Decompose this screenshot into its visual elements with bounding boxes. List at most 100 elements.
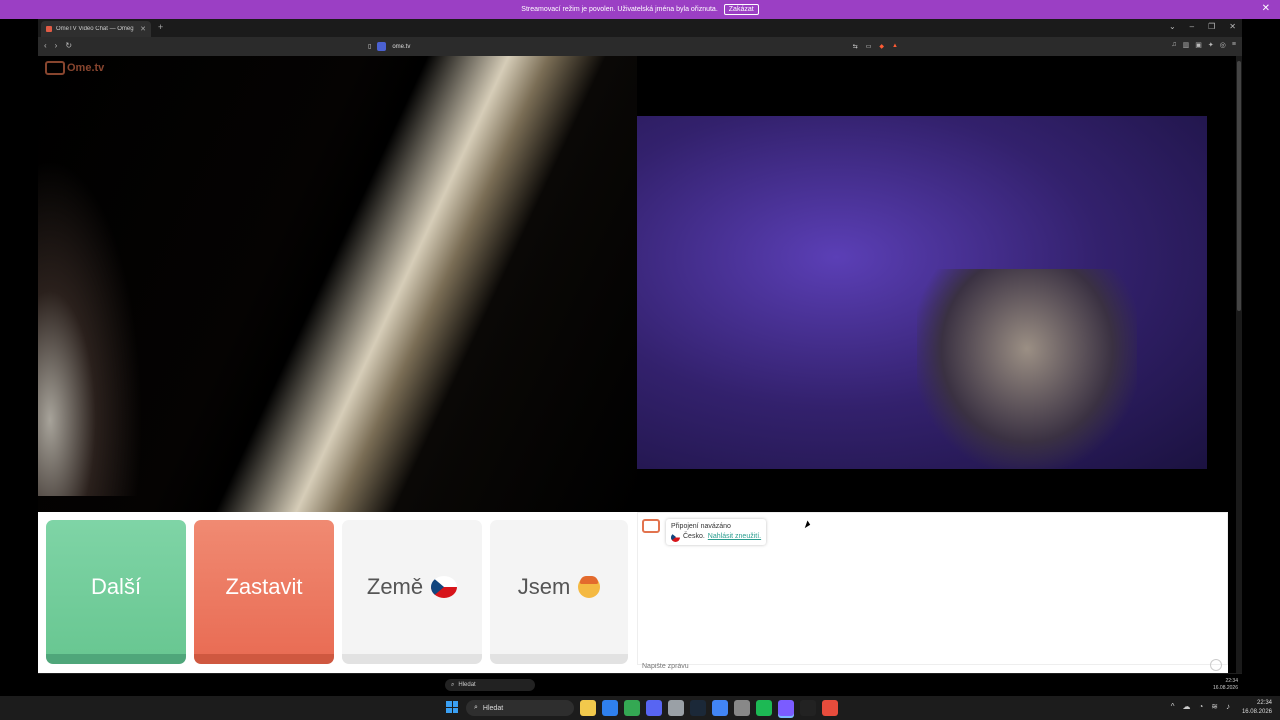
banner-close-icon[interactable]: ✕ [1262,3,1270,14]
connection-status: Připojení navázáno [671,523,731,530]
next-button[interactable]: Další [46,520,186,664]
site-info-icon[interactable] [377,42,387,51]
chat-controls: Další Zastavit Země Jsem [38,512,637,673]
inner-time: 22:34 [1225,678,1238,684]
taskbar-app-icon[interactable] [778,700,794,716]
taskbar-search-icon: ⌕ [474,704,478,711]
taskbar-search-label: Hledat [482,704,504,712]
wallet-icon[interactable]: ▣ [1195,41,1202,49]
back-icon[interactable]: ‹ [44,41,47,50]
cast-icon[interactable]: ▭ [866,43,872,50]
tab-close-icon[interactable]: ✕ [140,25,146,33]
forward-icon[interactable]: › [55,41,58,50]
gender-button[interactable]: Jsem [490,520,628,664]
sidebar-icon[interactable]: ▥ [1183,41,1190,49]
tab-strip: OmeTV Video Chat — Omeg ✕ + ⌄ – ❐ ✕ [38,19,1242,37]
volume-icon[interactable]: ♪ [1226,702,1230,711]
bookmark-icon[interactable]: ▯ [368,43,371,50]
taskbar-search[interactable]: ⌕ Hledat [466,700,574,716]
reload-icon[interactable]: ↻ [65,41,72,50]
address-bar[interactable]: ▯ ome.tv ⇆ ▭ ◆ ▲ [368,39,898,54]
wifi-icon[interactable]: ≋ [1211,702,1218,711]
start-button-icon[interactable] [446,701,458,713]
chat-input-row [637,659,1228,673]
nav-buttons: ‹ › ↻ [44,41,72,50]
stranger-video [38,56,637,512]
inner-search-label: Hledat [458,682,476,688]
logo-icon [45,61,65,75]
gender-button-label: Jsem [517,574,571,599]
tab-ometv[interactable]: OmeTV Video Chat — Omeg ✕ [41,21,151,37]
emoji-picker-icon[interactable] [1210,659,1222,671]
windows-taskbar: ⌕ Hledat ^ ☁ ◔ ≋ ♪ 22:34 16.08.2026 [0,696,1280,720]
taskbar-app-icon[interactable] [668,700,684,716]
media-icon[interactable]: ♫ [1171,41,1176,49]
browser-toolbar: ‹ › ↻ ▯ ome.tv ⇆ ▭ ◆ ▲ ♫ ▥ ▣ ✦ ◎ ≡ [38,37,1242,56]
stop-button[interactable]: Zastavit [194,520,334,664]
my-video-area [637,56,1236,512]
menu-icon[interactable]: ≡ [1232,41,1236,49]
stop-button-label: Zastavit [225,574,303,599]
new-tab-button[interactable]: + [158,22,163,32]
chat-message-input[interactable] [637,659,1207,673]
disable-streaming-button[interactable]: Zakázat [723,4,759,15]
tray-overflow-icon[interactable]: ^ [1171,702,1175,711]
next-button-label: Další [90,574,142,599]
taskbar-app-icon[interactable] [800,700,816,716]
inner-date: 16.08.2026 [1212,685,1238,691]
my-webcam-video [637,116,1207,469]
network-icon[interactable]: ◔ [1198,702,1203,711]
url-text: ome.tv [392,43,411,50]
brave-rewards-icon[interactable]: ▲ [892,43,898,50]
onedrive-icon[interactable]: ☁ [1182,702,1190,711]
taskbar-app-icon[interactable] [734,700,750,716]
message-bubble: Připojení navázáno Česko. Nahlásit zneuž… [666,519,767,545]
taskbar-app-icon[interactable] [822,700,838,716]
taskbar-app-icon[interactable] [624,700,640,716]
ometv-avatar-icon [642,519,660,533]
czech-flag-small-icon [671,532,680,542]
shared-screen-taskbar: ⌕ Hledat 22:34 16.08.2026 [420,675,1240,695]
translate-icon[interactable]: ⇆ [853,43,858,50]
ometv-page: Ome.tv Další Zastavit Země Jsem Připojen… [38,56,1236,673]
tab-list-icon[interactable]: ⌄ [1169,22,1176,31]
taskbar-date: 16.08.2026 [1241,709,1272,715]
window-controls: ⌄ – ❐ ✕ [1169,22,1236,31]
boy-emoji-icon [578,576,601,598]
taskbar-app-icon[interactable] [580,700,596,716]
taskbar-clock[interactable]: 22:34 16.08.2026 [1242,699,1272,717]
taskbar-app-icon[interactable] [646,700,662,716]
taskbar-app-icon[interactable] [602,700,618,716]
country-button[interactable]: Země [342,520,482,664]
ometv-favicon-icon [46,26,52,32]
extensions-icon[interactable]: ✦ [1208,41,1214,49]
taskbar-app-icon[interactable] [690,700,706,716]
country-button-label: Země [366,574,424,599]
close-window-icon[interactable]: ✕ [1229,22,1236,31]
page-scrollbar[interactable] [1236,56,1242,673]
omnibox-actions: ⇆ ▭ ◆ ▲ [853,43,898,50]
report-abuse-link[interactable]: Nahlásit zneužití. [708,532,761,542]
system-tray: ^ ☁ ◔ ≋ ♪ [1171,702,1230,711]
inner-search-icon: ⌕ [451,681,455,688]
restore-icon[interactable]: ❐ [1208,22,1215,31]
taskbar-app-icon[interactable] [756,700,772,716]
vpn-icon[interactable]: ◎ [1220,41,1226,49]
logo-text: Ome.tv [67,62,105,74]
system-message: Připojení navázáno Česko. Nahlásit zneuž… [642,519,767,545]
browser-window: OmeTV Video Chat — Omeg ✕ + ⌄ – ❐ ✕ ‹ › … [38,19,1242,674]
minimize-icon[interactable]: – [1190,22,1194,31]
tab-title: OmeTV Video Chat — Omeg [56,26,134,32]
ometv-logo: Ome.tv [45,61,104,75]
taskbar-app-icon[interactable] [712,700,728,716]
inner-taskbar-search: ⌕ Hledat [445,679,535,691]
brave-shields-icon[interactable]: ◆ [879,43,884,50]
czech-flag-icon [431,576,458,598]
taskbar-apps [580,700,838,716]
scrollbar-thumb[interactable] [1237,61,1241,311]
toolbar-right-icons: ♫ ▥ ▣ ✦ ◎ ≡ [1171,41,1236,49]
banner-message: Streamovací režim je povolen. Uživatelsk… [521,6,718,13]
streaming-mode-banner: Streamovací režim je povolen. Uživatelsk… [0,0,1280,19]
webcam-person [917,269,1137,469]
chat-panel: Připojení navázáno Česko. Nahlásit zneuž… [637,512,1228,665]
